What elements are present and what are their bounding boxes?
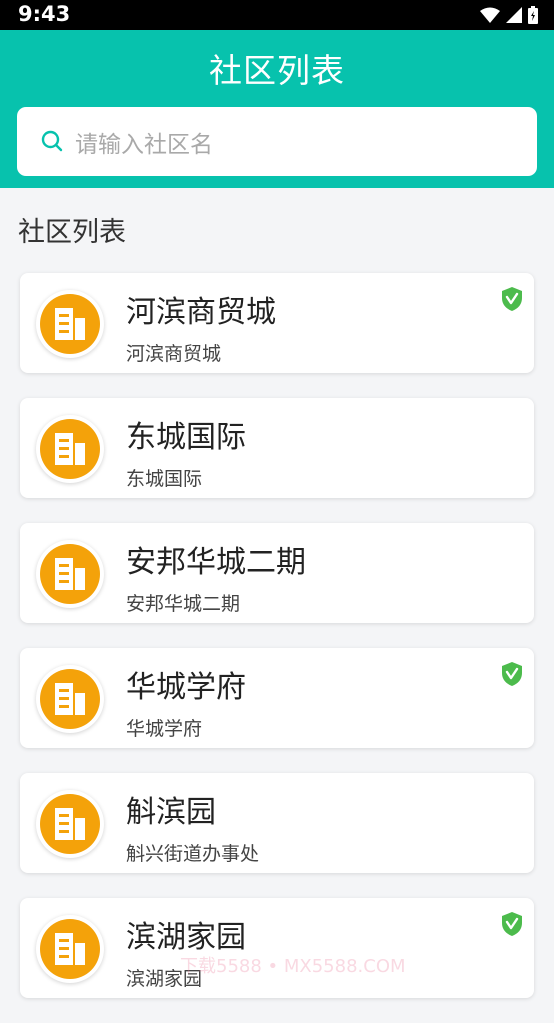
watermark: 下载5588 • MX5588.COM <box>180 956 406 977</box>
community-card[interactable]: 华城学府 华城学府 <box>20 648 534 748</box>
status-icons <box>480 6 538 28</box>
search-icon <box>41 130 63 156</box>
community-avatar <box>36 290 104 358</box>
community-name: 东城国际 <box>126 420 246 455</box>
building-icon <box>55 933 85 965</box>
wifi-icon <box>480 7 500 27</box>
building-icon <box>55 433 85 465</box>
community-subtitle: 华城学府 <box>126 718 203 740</box>
search-input[interactable]: 请输入社区名 <box>17 107 537 176</box>
building-icon <box>55 808 85 840</box>
community-card[interactable]: 斛滨园 斛兴街道办事处 <box>20 773 534 873</box>
community-card[interactable]: 河滨商贸城 河滨商贸城 <box>20 273 534 373</box>
community-card[interactable]: 安邦华城二期 安邦华城二期 <box>20 523 534 623</box>
building-icon <box>55 308 85 340</box>
community-list: 河滨商贸城 河滨商贸城 东城国际 东城国际 安邦华城二期 安邦华城二期 华城学府… <box>20 273 534 1023</box>
verified-shield-icon <box>500 911 524 941</box>
community-card[interactable]: 滨湖家园 滨湖家园 <box>20 898 534 998</box>
battery-icon <box>528 6 538 28</box>
page-title: 社区列表 <box>209 51 345 90</box>
community-avatar <box>36 540 104 608</box>
verified-shield-icon <box>500 286 524 316</box>
community-avatar <box>36 915 104 983</box>
verified-shield-icon <box>500 661 524 691</box>
community-subtitle: 斛兴街道办事处 <box>126 843 260 865</box>
community-card[interactable]: 东城国际 东城国际 <box>20 398 534 498</box>
community-avatar <box>36 415 104 483</box>
community-avatar <box>36 665 104 733</box>
header: 社区列表 请输入社区名 <box>0 30 554 188</box>
section-title: 社区列表 <box>18 217 126 248</box>
building-icon <box>55 558 85 590</box>
community-name: 河滨商贸城 <box>126 295 276 330</box>
community-name: 安邦华城二期 <box>126 545 306 580</box>
cellular-icon <box>506 7 522 27</box>
community-subtitle: 安邦华城二期 <box>126 593 241 615</box>
search-placeholder: 请输入社区名 <box>75 132 213 158</box>
status-time: 9:43 <box>18 2 71 26</box>
community-subtitle: 东城国际 <box>126 468 203 490</box>
building-icon <box>55 683 85 715</box>
community-name: 滨湖家园 <box>126 920 246 955</box>
community-name: 斛滨园 <box>126 795 216 830</box>
community-subtitle: 河滨商贸城 <box>126 343 222 365</box>
community-name: 华城学府 <box>126 670 246 705</box>
community-avatar <box>36 790 104 858</box>
status-bar: 9:43 <box>0 0 554 30</box>
